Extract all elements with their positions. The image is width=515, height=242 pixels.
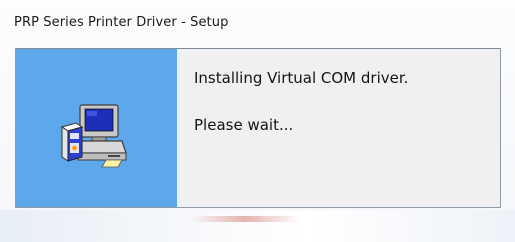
setup-window: PRP Series Printer Driver - Setup Instal…: [0, 0, 515, 242]
wait-message: Please wait...: [194, 116, 294, 134]
window-title: PRP Series Printer Driver - Setup: [14, 15, 229, 30]
background-streak: [190, 216, 300, 222]
computer-setup-icon: [56, 99, 131, 174]
banner-panel: [16, 49, 177, 207]
background-strip: [0, 210, 515, 242]
dialog-body: Installing Virtual COM driver. Please wa…: [15, 48, 501, 208]
status-message: Installing Virtual COM driver.: [194, 69, 409, 87]
